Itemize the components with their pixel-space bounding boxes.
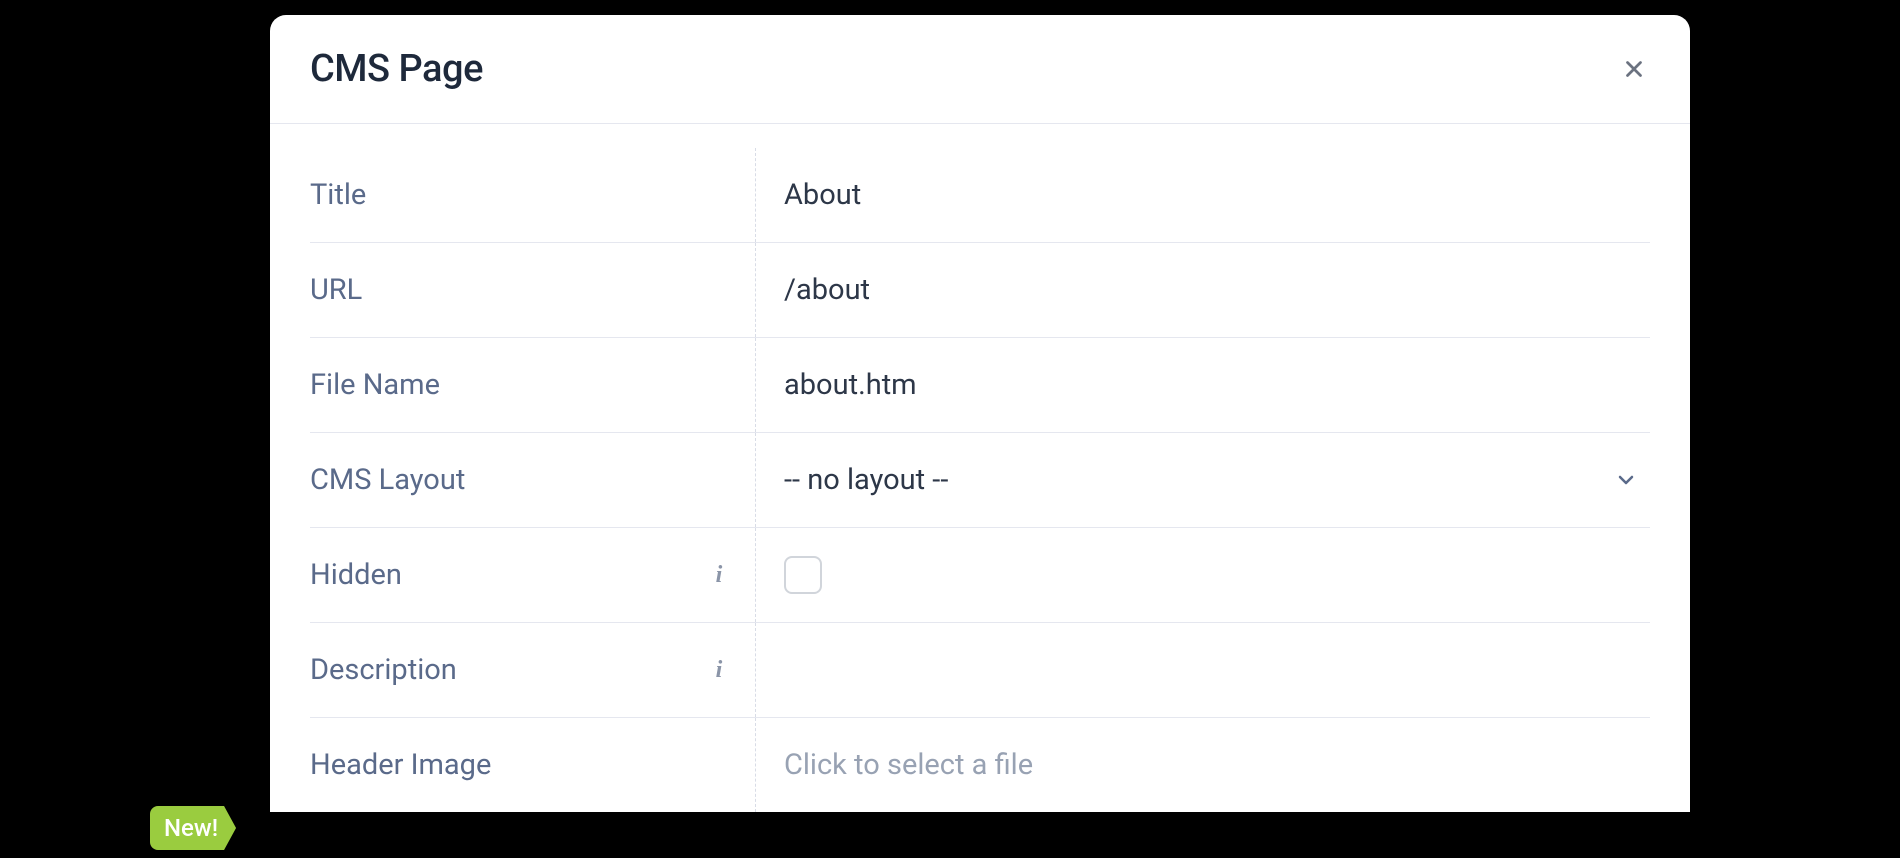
cms-layout-value: -- no layout -- [784,463,948,497]
close-button[interactable] [1618,53,1650,85]
hidden-checkbox[interactable] [784,556,822,594]
header-image-label-col: Header Image [310,718,756,812]
chevron-down-icon [1614,468,1638,492]
url-label-col: URL [310,243,756,337]
cms-layout-label-col: CMS Layout [310,433,756,527]
filename-value-col[interactable]: about.htm [756,368,1650,402]
title-value: About [784,178,861,212]
url-value: /about [784,273,870,307]
hidden-label: Hidden [310,558,402,592]
hidden-value-col [756,556,1650,594]
description-label-col: Description i [310,623,756,717]
url-row: URL /about [310,243,1650,338]
new-badge: New! [150,806,236,850]
filename-label-col: File Name [310,338,756,432]
title-value-col[interactable]: About [756,178,1650,212]
header-image-row: Header Image Click to select a file [310,718,1650,812]
hidden-row: Hidden i [310,528,1650,623]
cms-layout-select[interactable]: -- no layout -- [756,463,1650,497]
header-image-value-col[interactable]: Click to select a file [756,748,1650,782]
header-image-placeholder: Click to select a file [784,748,1033,782]
modal-header: CMS Page [270,15,1690,124]
hidden-label-col: Hidden i [310,528,756,622]
title-label-col: Title [310,148,756,242]
url-label: URL [310,273,362,307]
cms-page-modal: CMS Page Title About URL /about [270,15,1690,812]
filename-row: File Name about.htm [310,338,1650,433]
title-row: Title About [310,148,1650,243]
filename-label: File Name [310,368,440,402]
info-icon[interactable]: i [707,563,731,587]
url-value-col[interactable]: /about [756,273,1650,307]
close-icon [1621,56,1647,82]
description-label: Description [310,653,457,687]
title-label: Title [310,178,366,212]
cms-layout-row: CMS Layout -- no layout -- [310,433,1650,528]
header-image-label: Header Image [310,748,491,782]
modal-title: CMS Page [310,47,483,91]
cms-layout-label: CMS Layout [310,463,465,497]
description-row: Description i [310,623,1650,718]
filename-value: about.htm [784,368,917,402]
info-icon[interactable]: i [707,658,731,682]
modal-body: Title About URL /about File Name about.h… [270,124,1690,812]
